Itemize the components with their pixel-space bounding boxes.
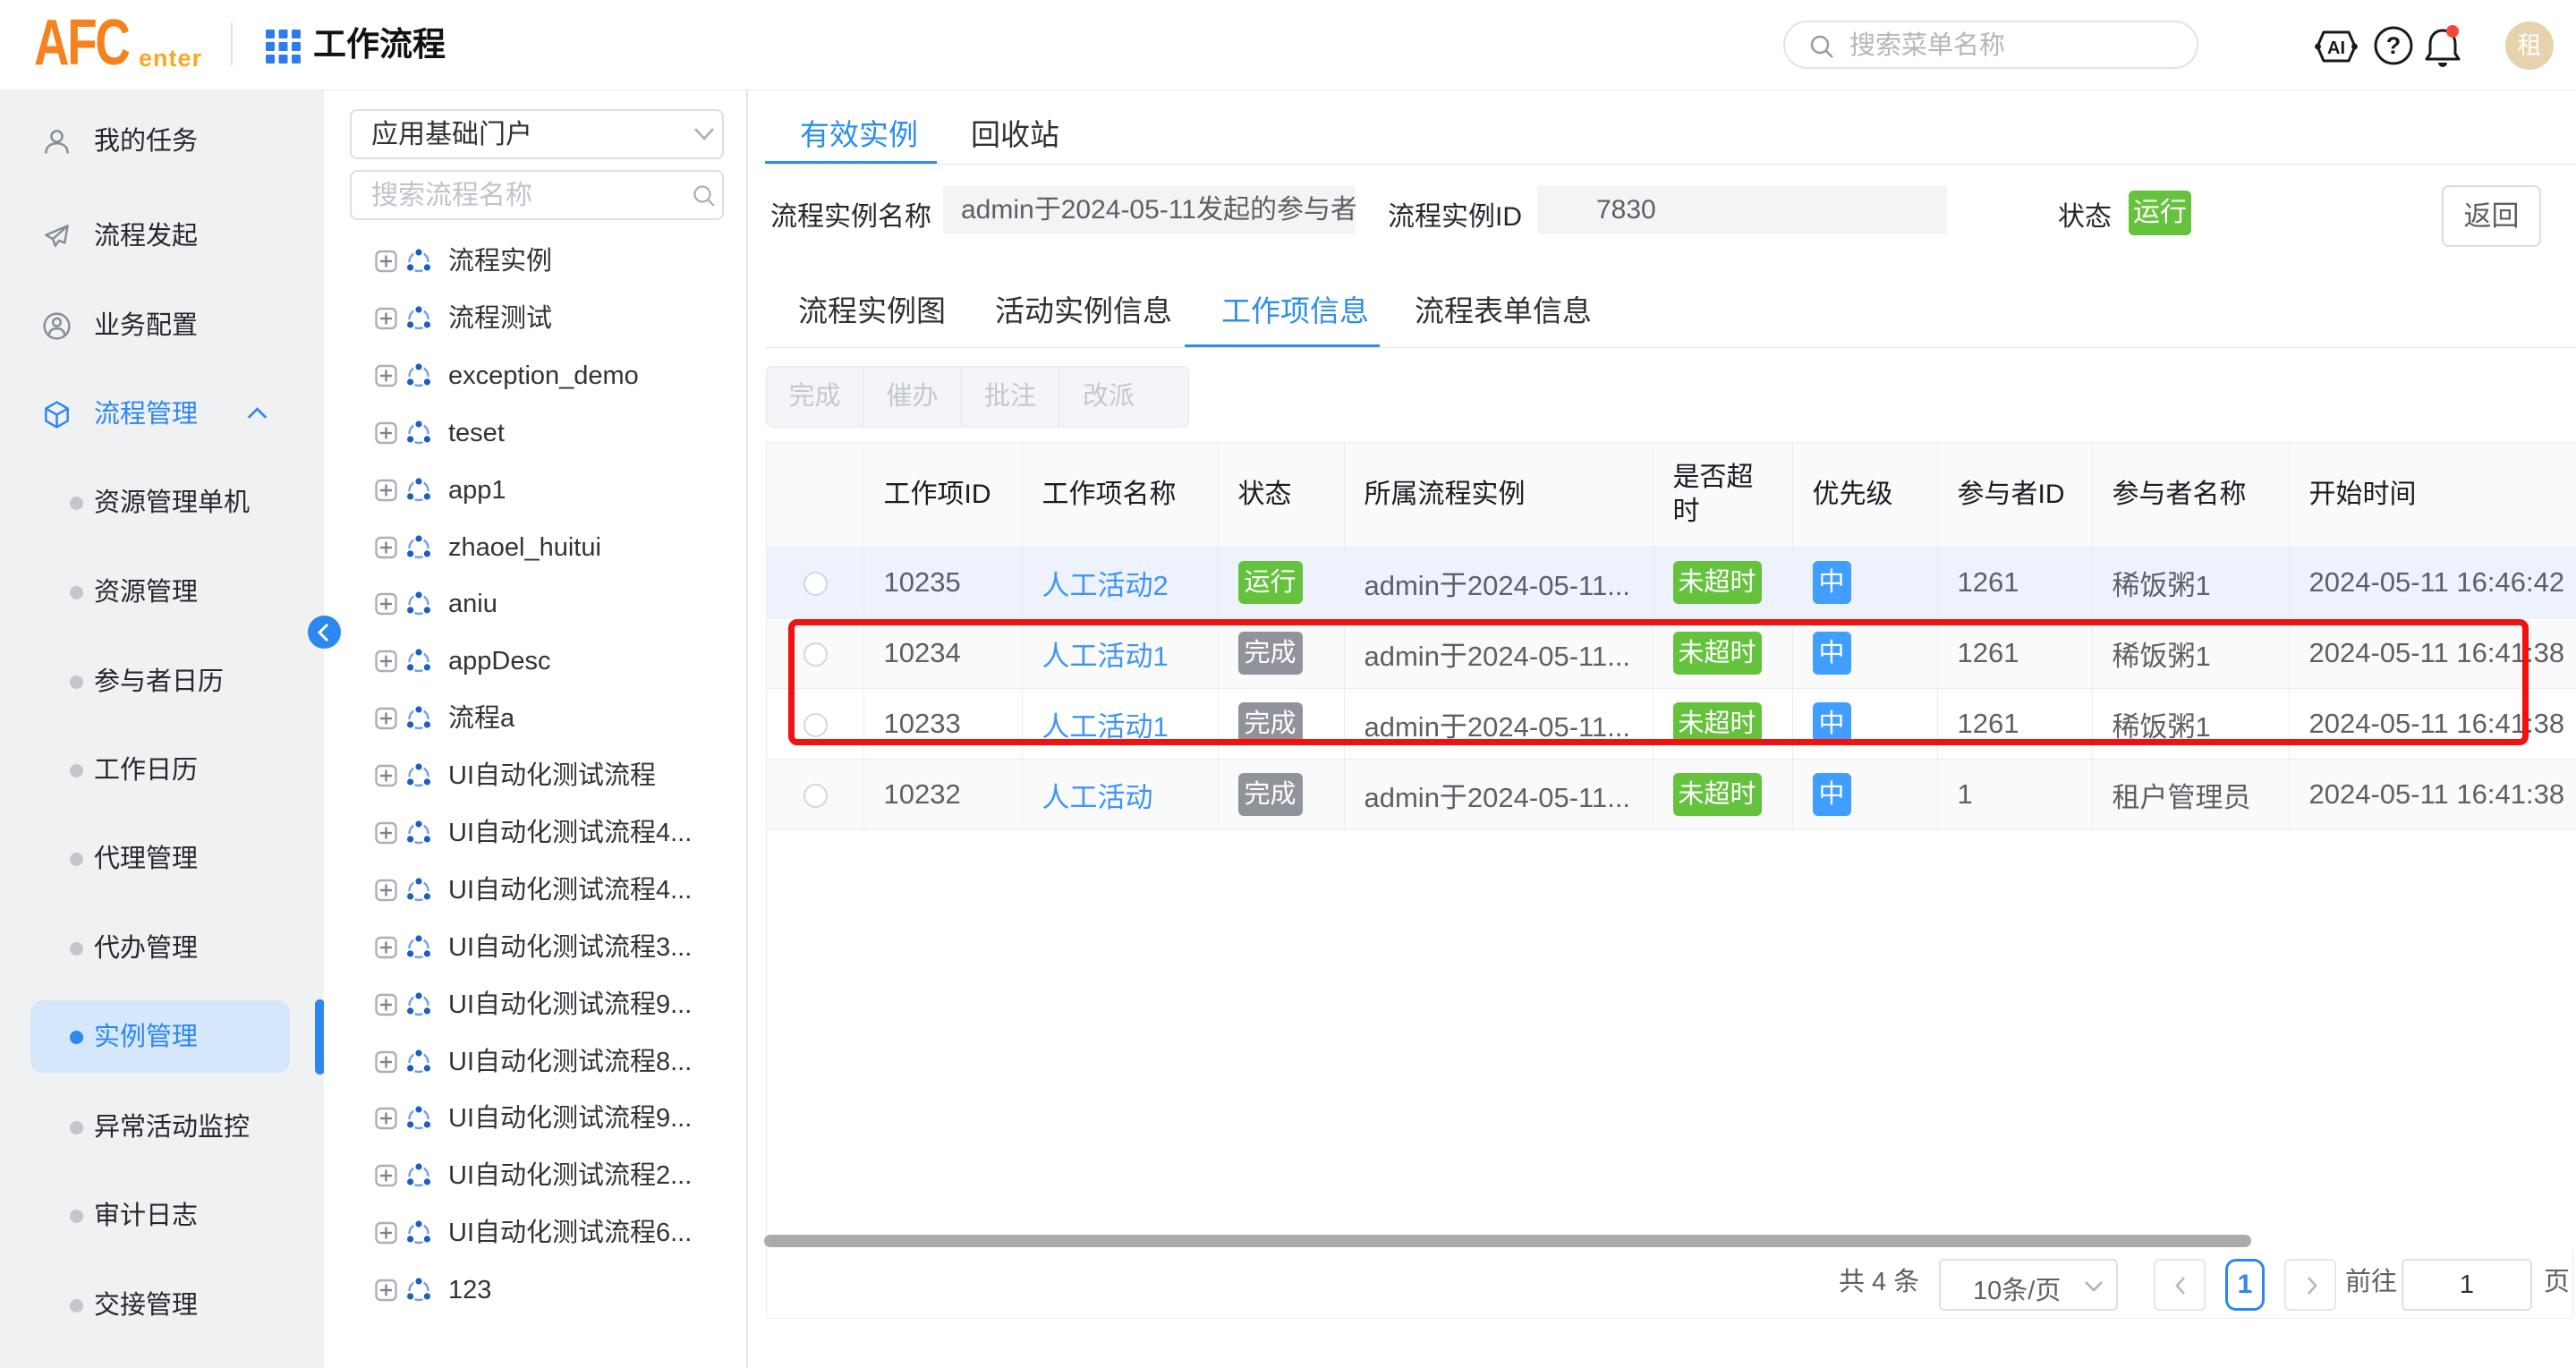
svg-text:?: ?: [2386, 32, 2402, 59]
svg-text:AI: AI: [2327, 38, 2345, 58]
